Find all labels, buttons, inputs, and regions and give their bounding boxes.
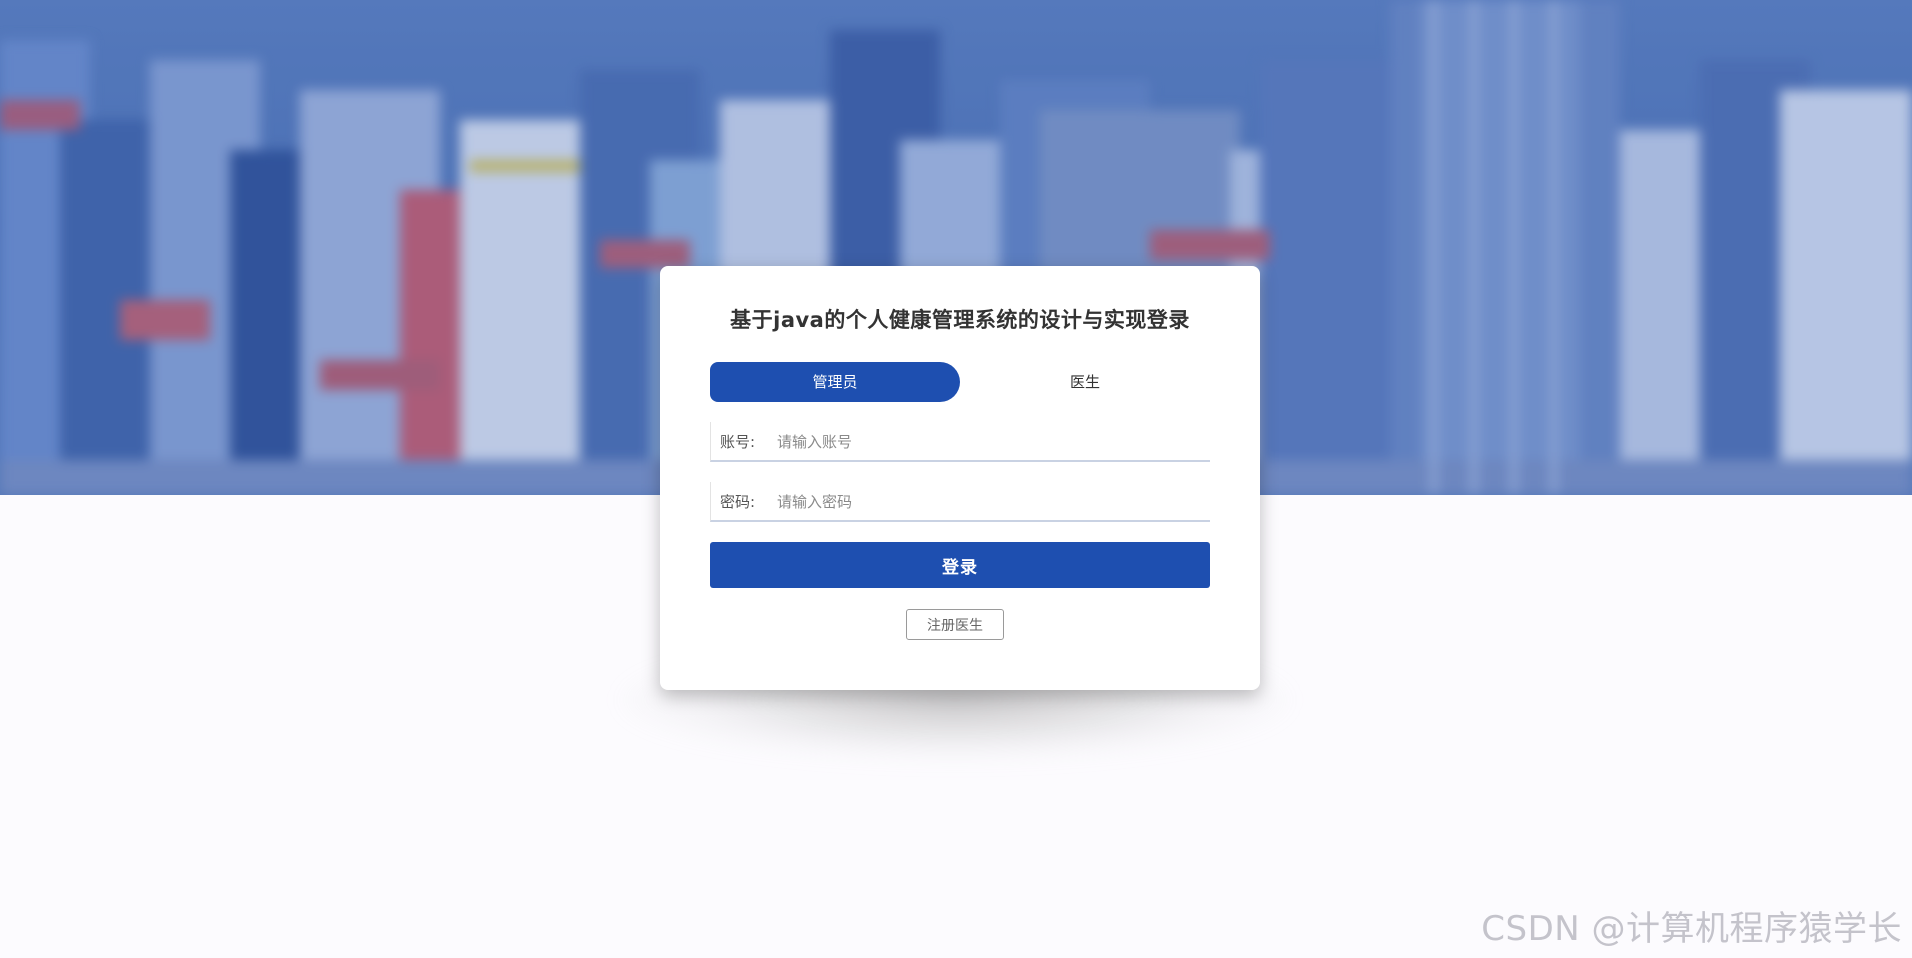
- account-label: 账号:: [720, 433, 756, 451]
- account-field: 账号:: [710, 422, 1210, 462]
- password-field: 密码:: [710, 482, 1210, 522]
- password-input[interactable]: [777, 486, 1197, 518]
- role-selector: 管理员 医生: [710, 362, 1210, 402]
- register-doctor-button[interactable]: 注册医生: [906, 609, 1004, 640]
- login-page: 基于java的个人健康管理系统的设计与实现登录 管理员 医生 账号: 密码: 登…: [0, 0, 1912, 958]
- role-tab-admin[interactable]: 管理员: [710, 362, 960, 402]
- login-card: 基于java的个人健康管理系统的设计与实现登录 管理员 医生 账号: 密码: 登…: [660, 266, 1260, 690]
- csdn-watermark: CSDN @计算机程序猿学长: [1481, 909, 1902, 949]
- password-label: 密码:: [720, 493, 756, 511]
- login-button[interactable]: 登录: [710, 542, 1210, 588]
- role-tab-doctor[interactable]: 医生: [960, 362, 1210, 402]
- login-title: 基于java的个人健康管理系统的设计与实现登录: [730, 308, 1190, 332]
- account-input[interactable]: [777, 426, 1197, 458]
